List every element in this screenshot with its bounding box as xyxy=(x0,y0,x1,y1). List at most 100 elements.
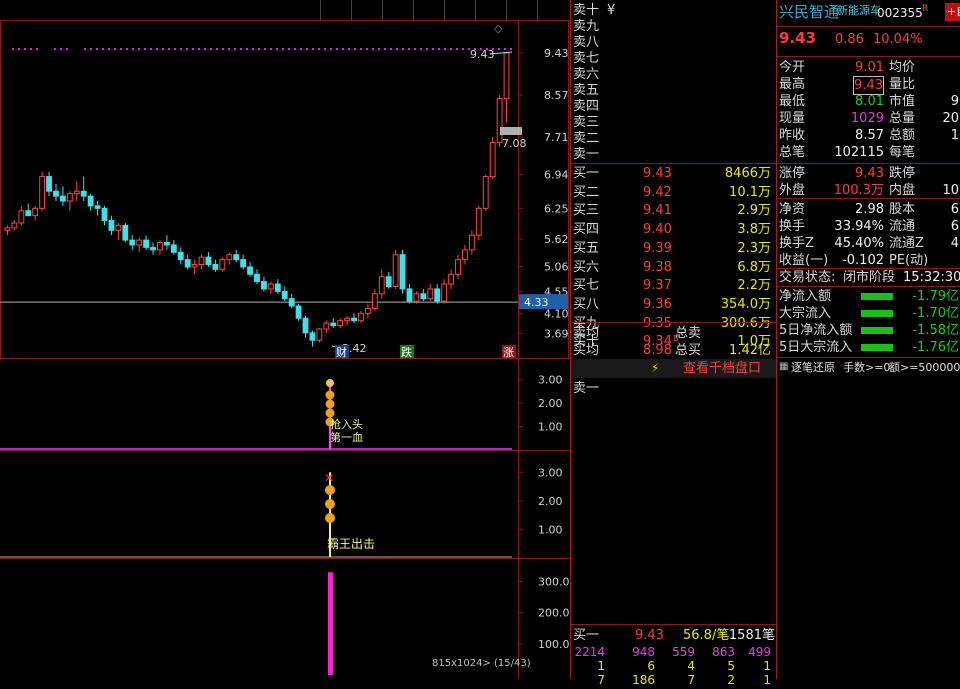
chart-area: 9.438.577.716.946.255.625.064.554.103.69… xyxy=(0,20,570,679)
quote-label: PE(动) xyxy=(889,253,929,268)
candle-body xyxy=(177,251,184,261)
quote-value: 10 xyxy=(942,183,959,198)
signal-dot xyxy=(90,48,92,50)
bid-price: 9.40 xyxy=(643,222,672,238)
y-tick-label: 2.00 xyxy=(538,397,563,410)
candle-body xyxy=(448,273,455,285)
quote-value: 6 xyxy=(950,219,959,234)
last-price: 9.43 xyxy=(779,29,817,47)
y-tick-label: 3.69 xyxy=(544,327,569,340)
sector-tag[interactable]: 新能源车 xyxy=(837,2,881,19)
candle-body xyxy=(4,227,11,231)
bid-price: 9.42 xyxy=(643,184,672,200)
flow-value: -1.76亿 xyxy=(912,340,959,355)
bid-volume: 3.8万 xyxy=(737,222,771,238)
add-watchlist-button[interactable]: +自 xyxy=(945,3,960,21)
candle-body xyxy=(87,195,94,207)
bid-price: 9.35 xyxy=(643,315,672,331)
signal-dot xyxy=(354,48,356,50)
candle-body xyxy=(330,322,337,327)
thousand-level-button[interactable]: 查看千档盘口 xyxy=(683,360,761,377)
candle-body xyxy=(226,254,233,261)
y-tick-label: 8.57 xyxy=(544,89,569,102)
ask-level-8: 卖八 xyxy=(573,35,600,50)
total-buy-value: 1.42亿 xyxy=(729,343,771,358)
quote-value: 6 xyxy=(950,202,959,217)
divider xyxy=(777,286,960,287)
tick-filter-volume[interactable]: 手数>=0 xyxy=(843,359,890,376)
signal-dot xyxy=(168,48,170,50)
flow-value: -1.79亿 xyxy=(912,289,959,304)
quote-label: 换手 xyxy=(779,219,806,234)
diamond-marker: ◇ xyxy=(494,22,503,35)
y-tick-label: 6.94 xyxy=(544,169,569,182)
quote-panel: 兴民智通新能源车002355R +自 9.43 0.86 10.04% 今开 9.01 均价最… xyxy=(776,0,960,679)
bid-volume: 300.6万 xyxy=(720,315,771,331)
candle-body xyxy=(420,293,427,300)
candle-body xyxy=(337,320,344,327)
tick-filter-amount[interactable]: 额>=500000 xyxy=(889,359,960,376)
bid-volume: 2.9万 xyxy=(737,203,771,219)
candle-body xyxy=(80,190,87,197)
quote-value: 2.98 xyxy=(855,202,884,217)
candle-body xyxy=(364,307,371,314)
candle-body xyxy=(406,288,413,302)
signal-dot xyxy=(426,48,428,50)
event-tag-cai[interactable]: 财 xyxy=(336,345,347,359)
event-tag-die[interactable]: 跌 xyxy=(401,345,412,359)
candle-body xyxy=(25,210,32,217)
queue-cell: 1 xyxy=(763,673,771,687)
queue-buy-per: 56.8/笔 xyxy=(683,628,730,643)
signal-dot xyxy=(258,48,260,50)
tick-tab-title[interactable]: 逐笔还原 xyxy=(791,359,835,376)
flow-bar xyxy=(861,310,893,317)
candle-body xyxy=(267,283,274,290)
signal-dot xyxy=(222,48,224,50)
signal-icon xyxy=(325,499,335,509)
signal-dot xyxy=(420,48,422,50)
candle-body xyxy=(489,141,496,178)
signal-dot xyxy=(396,48,398,50)
quote-label: 总笔 xyxy=(779,145,806,160)
signal-dot xyxy=(366,48,368,50)
signal-dot xyxy=(18,48,20,50)
candle-body xyxy=(240,259,247,268)
candle-body xyxy=(399,254,406,290)
y-tick-label: 300.0 xyxy=(538,576,570,589)
signal-dot xyxy=(192,48,194,50)
signal-dot xyxy=(414,48,416,50)
signal-icon xyxy=(325,408,335,418)
divider xyxy=(571,163,777,164)
quote-label: 内盘 xyxy=(889,183,916,198)
candle-body xyxy=(73,190,80,195)
queue-cell: 7 xyxy=(687,673,695,687)
candle-body xyxy=(261,281,267,290)
candle-body xyxy=(143,239,150,248)
candle-body xyxy=(413,293,420,302)
candle-body xyxy=(212,264,219,270)
currency-mark: ¥ xyxy=(607,3,616,18)
signal-dot xyxy=(282,48,284,50)
candle-body xyxy=(219,259,226,270)
signal-dot xyxy=(432,48,434,50)
quote-label: 总额 xyxy=(889,128,916,143)
signal-dot xyxy=(174,48,176,50)
candle-body xyxy=(503,52,510,99)
quote-value: 20 xyxy=(942,111,959,126)
event-tag-zhang[interactable]: 涨 xyxy=(503,346,514,359)
candle-body xyxy=(274,283,281,292)
candle-body xyxy=(371,293,378,309)
signal-dot xyxy=(498,48,500,50)
mid-price-label: 7.08 xyxy=(502,137,527,150)
signal-dot xyxy=(198,48,200,50)
bid-price: 9.36 xyxy=(643,296,672,312)
bid-price: 9.38 xyxy=(643,259,672,275)
flow-label: 净流入额 xyxy=(779,289,832,304)
candle-body xyxy=(129,239,136,246)
quote-value: 9.43 xyxy=(855,166,884,181)
signal-dot xyxy=(96,48,98,50)
candle-body xyxy=(39,176,46,209)
bid-volume: 8466万 xyxy=(724,166,771,181)
signal-dot xyxy=(384,48,386,50)
bid-price: 9.41 xyxy=(643,203,672,219)
